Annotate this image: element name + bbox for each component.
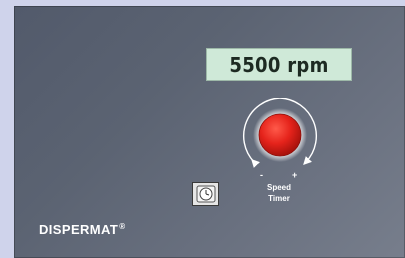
control-panel (14, 6, 405, 258)
timer-button[interactable] (192, 182, 219, 206)
speed-timer-label: Speed Timer (262, 182, 296, 204)
timer-label: Timer (268, 194, 290, 203)
increase-symbol: + (292, 170, 298, 180)
speed-readout: 5500 rpm (229, 52, 329, 77)
speed-timer-dial (243, 98, 317, 168)
dispermat-control-screen: 5500 rpm - + Speed Timer DISPERMAT® (0, 0, 405, 258)
brand-name: DISPERMAT (39, 222, 119, 237)
clock-icon (196, 185, 215, 203)
registered-mark: ® (119, 222, 126, 231)
speed-label: Speed (266, 183, 291, 192)
brand-logo: DISPERMAT® (39, 222, 126, 237)
speed-display: 5500 rpm (206, 48, 352, 81)
speed-knob-button (258, 113, 302, 157)
decrease-symbol: - (260, 170, 263, 180)
